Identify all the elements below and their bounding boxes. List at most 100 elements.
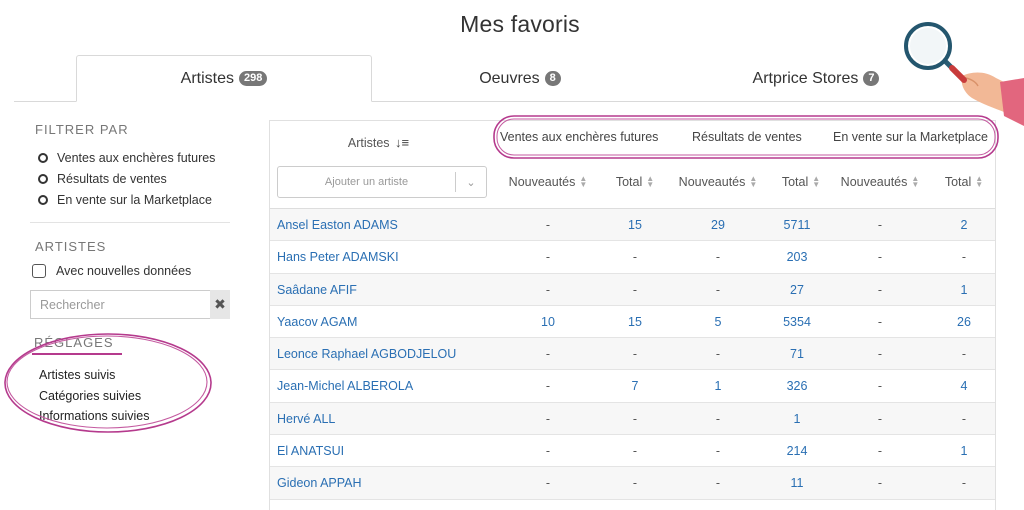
settings-link-followed-info[interactable]: Informations suivies [39, 406, 230, 427]
count-link[interactable]: 26 [934, 306, 994, 338]
clear-icon[interactable]: ✖ [210, 290, 230, 319]
page-title: Mes favoris [460, 11, 580, 37]
subcolumn-total-results[interactable]: Total ▲ ▼ [766, 174, 836, 190]
empty-cell: - [877, 476, 883, 491]
radio-label: En vente sur la Marketplace [57, 192, 212, 207]
sort-icon: ↓≡ [395, 135, 410, 150]
artist-column-header[interactable]: Artistes ↓≡ [270, 135, 487, 150]
subcolumn-new-upcoming[interactable]: Nouveautés ▲ ▼ [500, 175, 596, 190]
count-link[interactable]: 5 [688, 306, 748, 338]
empty-cell: - [545, 476, 551, 491]
count-link[interactable]: 5354 [767, 306, 827, 338]
empty-cell: - [961, 476, 967, 491]
artist-name-link[interactable]: Gideon APPAH [277, 467, 362, 499]
empty-cell: - [545, 347, 551, 362]
empty-cell: - [715, 282, 721, 297]
subcolumn-new-results[interactable]: Nouveautés ▲ ▼ [670, 175, 766, 190]
sort-arrows-icon: ▲ ▼ [911, 174, 920, 189]
chevron-down-icon: ⌄ [466, 176, 476, 189]
count-link[interactable]: 11 [767, 467, 827, 499]
empty-cell: - [632, 476, 638, 491]
empty-cell: - [877, 411, 883, 426]
settings-link-followed-artists[interactable]: Artistes suivis [39, 365, 230, 386]
select-placeholder: Ajouter un artiste [324, 176, 409, 188]
empty-cell: - [961, 347, 967, 362]
artist-name-link[interactable]: Jean-Michel ALBEROLA [277, 370, 413, 402]
sidebar: FILTRER PAR Ventes aux enchères futures … [30, 122, 230, 427]
empty-cell: - [545, 444, 551, 459]
empty-cell: - [715, 444, 721, 459]
artist-name-link[interactable]: Ansel Easton ADAMS [277, 209, 398, 241]
count-link[interactable]: 71 [767, 338, 827, 370]
subcolumn-label: Nouveautés [678, 175, 746, 189]
empty-cell: - [545, 379, 551, 394]
add-artist-select[interactable]: Ajouter un artiste ⌄ [277, 166, 487, 198]
checkbox-icon [32, 264, 46, 278]
empty-cell: - [961, 411, 967, 426]
count-link[interactable]: 203 [767, 241, 827, 273]
empty-cell: - [632, 411, 638, 426]
subcolumn-new-marketplace[interactable]: Nouveautés ▲ ▼ [832, 174, 928, 190]
count-link[interactable]: 1 [934, 274, 994, 306]
subcolumn-label: Nouveautés [840, 175, 908, 189]
artist-name-link[interactable]: Leonce Raphael AGBODJELOU [277, 338, 456, 370]
search-input[interactable] [30, 290, 210, 319]
radio-icon [38, 152, 48, 163]
artist-name-link[interactable]: Hans Peter ADAMSKI [277, 241, 399, 273]
count-badge: 7 [863, 71, 880, 86]
empty-cell: - [715, 250, 721, 265]
subcolumn-label: Total [944, 175, 972, 189]
artist-name-link[interactable]: Hervé ALL [277, 403, 335, 435]
group-header-upcoming-sales[interactable]: Ventes aux enchères futures [500, 130, 658, 144]
sort-arrows-icon: ▲ ▼ [812, 174, 821, 189]
count-link[interactable]: 29 [688, 209, 748, 241]
artist-name-link[interactable]: Yaacov AGAM [277, 306, 357, 338]
subcolumn-total-marketplace[interactable]: Total ▲ ▼ [930, 175, 998, 190]
filter-option-sales-results[interactable]: Résultats de ventes [30, 168, 230, 189]
tab-label: Artprice Stores [752, 69, 859, 87]
settings-link-followed-categories[interactable]: Catégories suivies [39, 386, 230, 407]
empty-cell: - [632, 282, 638, 297]
count-link[interactable]: 15 [605, 306, 665, 338]
count-link[interactable]: 2 [934, 209, 994, 241]
count-link[interactable]: 4 [934, 370, 994, 402]
subcolumn-total-upcoming[interactable]: Total ▲ ▼ [600, 174, 670, 190]
table-row: Gideon APPAH - - - 11 - - [270, 467, 995, 500]
radio-icon [38, 194, 48, 205]
sort-arrows-icon: ▲ ▼ [646, 174, 655, 189]
empty-cell: - [715, 411, 721, 426]
count-link[interactable]: 7 [605, 370, 665, 402]
empty-cell: - [961, 250, 967, 265]
group-header-sales-results[interactable]: Résultats de ventes [692, 130, 802, 144]
table-row: Saâdane AFIF - - - 27 - 1 [270, 273, 995, 306]
empty-cell: - [877, 250, 883, 265]
empty-cell: - [545, 250, 551, 265]
count-link[interactable]: 326 [767, 370, 827, 402]
empty-cell: - [715, 347, 721, 362]
count-link[interactable]: 10 [518, 306, 578, 338]
group-header-marketplace[interactable]: En vente sur la Marketplace [833, 130, 988, 144]
filter-option-upcoming-sales[interactable]: Ventes aux enchères futures [30, 147, 230, 168]
count-link[interactable]: 15 [605, 209, 665, 241]
checkbox-label: Avec nouvelles données [56, 264, 192, 278]
tab-oeuvres[interactable]: Oeuvres 8 [372, 55, 668, 102]
table-row: Leonce Raphael AGBODJELOU - - - 71 - - [270, 338, 995, 371]
count-link[interactable]: 5711 [767, 209, 827, 241]
count-link[interactable]: 1 [767, 403, 827, 435]
filter-option-marketplace[interactable]: En vente sur la Marketplace [30, 189, 230, 210]
count-link[interactable]: 1 [688, 370, 748, 402]
tab-label: Oeuvres [479, 69, 540, 87]
new-data-checkbox[interactable]: Avec nouvelles données [30, 260, 230, 282]
count-link[interactable]: 1 [934, 435, 994, 467]
radio-icon [38, 173, 48, 184]
table-row: Yaacov AGAM 10 15 5 5354 - 26 [270, 305, 995, 339]
tab-artistes[interactable]: Artistes 298 [76, 55, 372, 102]
artist-name-link[interactable]: El ANATSUI [277, 435, 344, 467]
artists-heading: ARTISTES [35, 239, 107, 254]
table-row: El ANATSUI - - - 214 - 1 [270, 435, 995, 468]
favorites-table: Artistes ↓≡ Ajouter un artiste ⌄ Ventes … [269, 115, 999, 510]
artist-name-link[interactable]: Saâdane AFIF [277, 274, 357, 306]
empty-cell: - [632, 444, 638, 459]
count-link[interactable]: 214 [767, 435, 827, 467]
count-link[interactable]: 27 [767, 274, 827, 306]
